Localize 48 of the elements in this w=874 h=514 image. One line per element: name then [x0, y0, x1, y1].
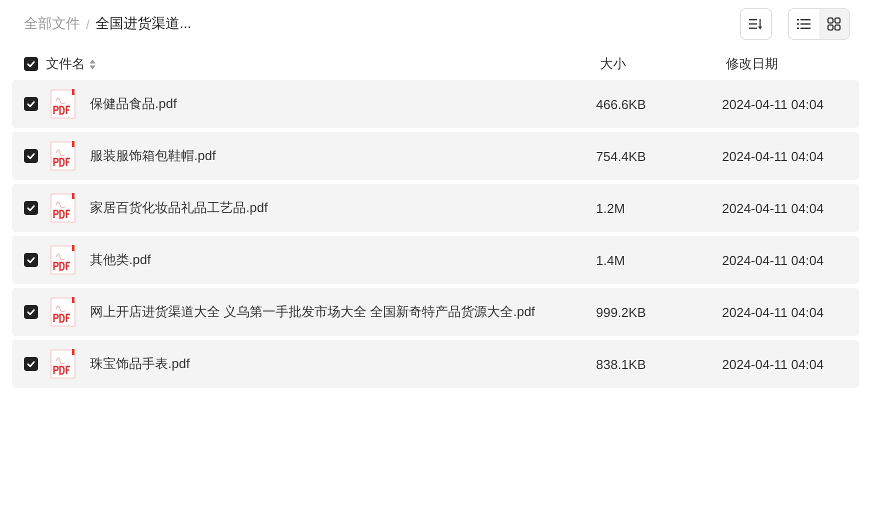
pdf-file-icon	[50, 141, 76, 171]
checkbox[interactable]	[24, 149, 38, 163]
checkbox[interactable]	[24, 201, 38, 215]
modified-date: 2024-04-11 04:04	[722, 252, 824, 268]
file-name[interactable]: 服装服饰箱包鞋帽.pdf	[90, 147, 596, 165]
file-size: 754.4KB	[596, 148, 647, 164]
file-name[interactable]: 家居百货化妆品礼品工艺品.pdf	[90, 199, 596, 217]
pdf-file-icon	[50, 89, 76, 119]
pdf-file-icon	[50, 349, 76, 379]
pdf-file-icon	[50, 193, 76, 223]
breadcrumb-item[interactable]: 全国进货渠道...	[96, 15, 192, 33]
column-header: 大小	[600, 56, 626, 71]
modified-date: 2024-04-11 04:04	[722, 148, 824, 164]
modified-date: 2024-04-11 04:04	[722, 356, 824, 372]
pdf-file-icon	[50, 245, 76, 275]
file-size: 466.6KB	[596, 96, 647, 112]
file-name[interactable]: 保健品食品.pdf	[90, 95, 596, 113]
file-row[interactable]: 服装服饰箱包鞋帽.pdf 754.4KB 2024-04-11 04:04	[12, 132, 859, 180]
file-size: 1.4M	[596, 252, 626, 268]
checkbox[interactable]	[24, 253, 38, 267]
file-size: 999.2KB	[596, 304, 647, 320]
checkbox[interactable]	[24, 305, 38, 319]
column-header: 修改日期	[726, 56, 778, 71]
sort-button[interactable]	[740, 8, 772, 40]
grid-icon	[827, 17, 841, 31]
file-row[interactable]: 保健品食品.pdf 466.6KB 2024-04-11 04:04	[12, 80, 859, 128]
list-icon	[797, 18, 811, 30]
modified-date: 2024-04-11 04:04	[722, 200, 824, 216]
file-name[interactable]: 网上开店进货渠道大全 义乌第一手批发市场大全 全国新奇特产品货源大全.pdf	[90, 303, 596, 321]
file-row[interactable]: 其他类.pdf 1.4M 2024-04-11 04:04	[12, 236, 859, 284]
checkbox[interactable]	[24, 97, 38, 111]
file-name[interactable]: 珠宝饰品手表.pdf	[90, 355, 596, 373]
pdf-file-icon	[50, 297, 76, 327]
file-size: 838.1KB	[596, 356, 647, 372]
column-header[interactable]: 文件名	[46, 55, 85, 73]
file-size: 1.2M	[596, 200, 626, 216]
breadcrumb-separator: /	[86, 16, 90, 32]
file-row[interactable]: 珠宝饰品手表.pdf 838.1KB 2024-04-11 04:04	[12, 340, 859, 388]
sort-icon	[749, 18, 763, 30]
file-name[interactable]: 其他类.pdf	[90, 251, 596, 269]
file-row[interactable]: 网上开店进货渠道大全 义乌第一手批发市场大全 全国新奇特产品货源大全.pdf 999.2KB 2024-04-11 04:04	[12, 288, 859, 336]
modified-date: 2024-04-11 04:04	[722, 304, 824, 320]
view-mode-button[interactable]	[789, 9, 819, 39]
file-row[interactable]: 家居百货化妆品礼品工艺品.pdf 1.2M 2024-04-11 04:04	[12, 184, 859, 232]
checkbox[interactable]	[24, 57, 38, 71]
checkbox[interactable]	[24, 357, 38, 371]
sort-icon[interactable]	[89, 58, 96, 70]
modified-date: 2024-04-11 04:04	[722, 96, 824, 112]
